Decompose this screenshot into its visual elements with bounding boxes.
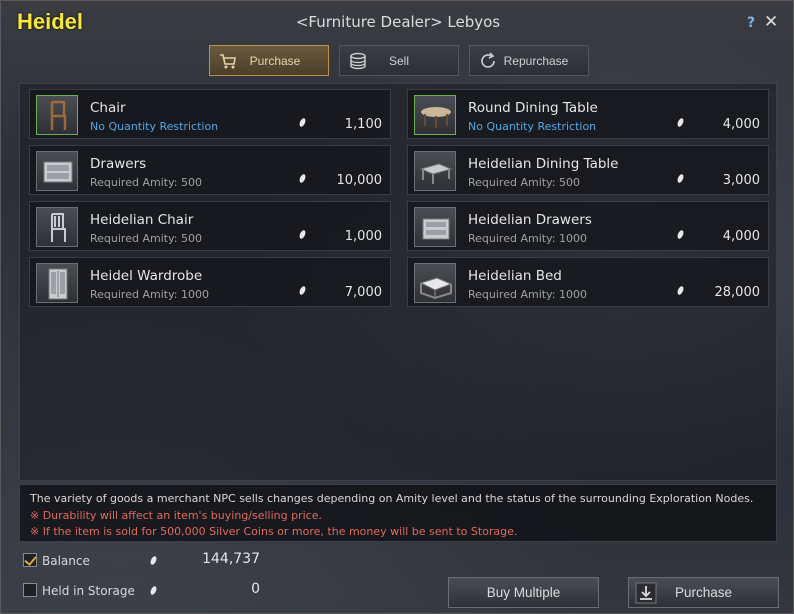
item-price: 4,000 bbox=[722, 229, 760, 244]
item-name: Heidel Wardrobe bbox=[90, 268, 203, 284]
tab-purchase-label: Purchase bbox=[249, 53, 301, 68]
tab-purchase[interactable]: Purchase bbox=[209, 45, 329, 76]
balance-checkbox[interactable] bbox=[23, 553, 37, 567]
list-item[interactable]: Round Dining Table No Quantity Restricti… bbox=[407, 89, 769, 139]
warning-line: ※ Durability will affect an item's buyin… bbox=[30, 508, 322, 522]
item-price: 3,000 bbox=[722, 173, 760, 188]
item-name: Chair bbox=[90, 100, 126, 116]
dining-table-icon bbox=[414, 151, 456, 191]
purchase-label: Purchase bbox=[674, 585, 733, 600]
item-requirement: Required Amity: 1000 bbox=[468, 288, 587, 301]
tab-repurchase-label: Repurchase bbox=[503, 53, 569, 68]
item-name: Heidelian Dining Table bbox=[468, 156, 619, 172]
item-name: Drawers bbox=[90, 156, 147, 172]
npc-name: <Furniture Dealer> Lebyos bbox=[295, 13, 501, 31]
cart-icon bbox=[220, 54, 236, 69]
list-item[interactable]: Heidelian Drawers Required Amity: 1000 4… bbox=[407, 201, 769, 251]
help-button[interactable]: ? bbox=[747, 15, 755, 31]
item-price: 28,000 bbox=[714, 285, 761, 300]
item-requirement: Required Amity: 500 bbox=[90, 176, 202, 189]
round-table-icon bbox=[414, 95, 456, 135]
info-notice: The variety of goods a merchant NPC sell… bbox=[19, 484, 777, 542]
balance-label: Balance bbox=[42, 554, 90, 568]
silver-coin-icon bbox=[676, 285, 685, 296]
item-price: 4,000 bbox=[722, 117, 760, 132]
chair-icon bbox=[36, 207, 78, 247]
item-requirement: Required Amity: 1000 bbox=[468, 232, 587, 245]
balance-value: 144,737 bbox=[202, 551, 260, 567]
download-icon bbox=[635, 582, 657, 604]
item-requirement: No Quantity Restriction bbox=[90, 120, 219, 133]
drawers-icon bbox=[414, 207, 456, 247]
silver-coin-icon bbox=[676, 173, 685, 184]
chair-icon bbox=[36, 95, 78, 135]
item-name: Round Dining Table bbox=[468, 100, 598, 116]
list-item[interactable]: Heidelian Dining Table Required Amity: 5… bbox=[407, 145, 769, 195]
wardrobe-icon bbox=[36, 263, 78, 303]
item-requirement: Required Amity: 500 bbox=[468, 176, 580, 189]
item-requirement: No Quantity Restriction bbox=[468, 120, 597, 133]
tab-sell-label: Sell bbox=[388, 53, 409, 68]
bed-icon bbox=[414, 263, 456, 303]
silver-coin-icon bbox=[298, 117, 307, 128]
item-price: 10,000 bbox=[336, 173, 383, 188]
list-item[interactable]: Heidelian Chair Required Amity: 500 1,00… bbox=[29, 201, 391, 251]
coins-icon bbox=[350, 52, 366, 70]
item-requirement: Required Amity: 500 bbox=[90, 232, 202, 245]
tab-repurchase[interactable]: Repurchase bbox=[469, 45, 589, 76]
silver-coin-icon bbox=[149, 555, 158, 566]
item-name: Heidelian Bed bbox=[468, 268, 562, 284]
item-price: 1,000 bbox=[344, 229, 382, 244]
item-name: Heidelian Chair bbox=[90, 212, 194, 228]
drawers-icon bbox=[36, 151, 78, 191]
item-price: 1,100 bbox=[344, 117, 382, 132]
storage-checkbox[interactable] bbox=[23, 583, 37, 597]
buy-multiple-button[interactable]: Buy Multiple bbox=[448, 577, 599, 608]
info-line: The variety of goods a merchant NPC sell… bbox=[30, 492, 754, 505]
purchase-button[interactable]: Purchase bbox=[628, 577, 779, 608]
silver-coin-icon bbox=[676, 117, 685, 128]
silver-coin-icon bbox=[298, 173, 307, 184]
buy-multiple-label: Buy Multiple bbox=[486, 585, 561, 600]
item-name: Heidelian Drawers bbox=[468, 212, 592, 228]
silver-coin-icon bbox=[149, 585, 158, 596]
tab-sell[interactable]: Sell bbox=[339, 45, 459, 76]
close-button[interactable]: ✕ bbox=[764, 12, 778, 32]
warning-line: ※ If the item is sold for 500,000 Silver… bbox=[30, 525, 518, 538]
silver-coin-icon bbox=[298, 285, 307, 296]
furniture-dealer-window: Heidel <Furniture Dealer> Lebyos ? ✕ Pur… bbox=[0, 0, 794, 614]
list-item[interactable]: Drawers Required Amity: 500 10,000 bbox=[29, 145, 391, 195]
item-price: 7,000 bbox=[344, 285, 382, 300]
list-item[interactable]: Heidel Wardrobe Required Amity: 1000 7,0… bbox=[29, 257, 391, 307]
item-requirement: Required Amity: 1000 bbox=[90, 288, 209, 301]
storage-label: Held in Storage bbox=[42, 584, 135, 598]
refresh-icon bbox=[481, 52, 495, 68]
silver-coin-icon bbox=[298, 229, 307, 240]
list-item[interactable]: Heidelian Bed Required Amity: 1000 28,00… bbox=[407, 257, 769, 307]
silver-coin-icon bbox=[676, 229, 685, 240]
storage-value: 0 bbox=[251, 581, 260, 597]
list-item[interactable]: Chair No Quantity Restriction 1,100 bbox=[29, 89, 391, 139]
